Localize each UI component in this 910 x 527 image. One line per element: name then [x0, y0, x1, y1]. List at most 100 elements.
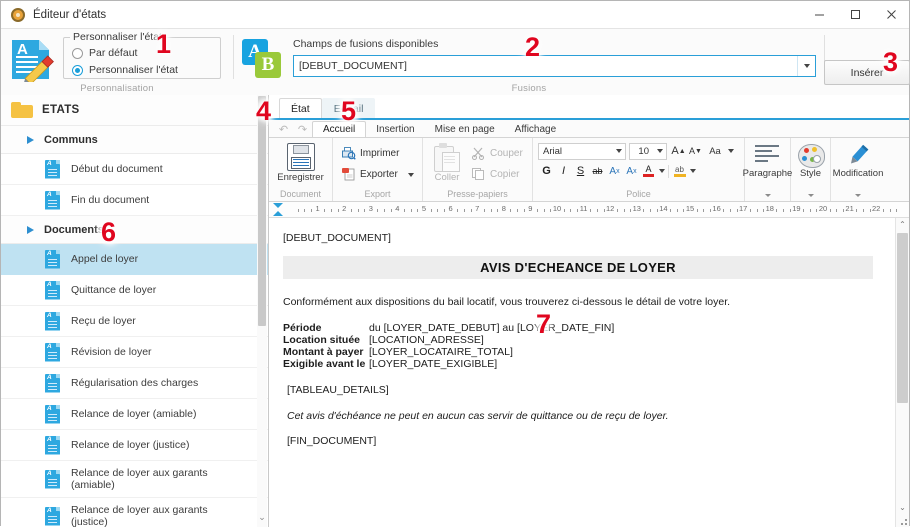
ruler-tick — [890, 209, 891, 212]
document-scrollbar[interactable]: ⌃ ⌄ — [895, 218, 909, 527]
scroll-down-icon[interactable]: ⌄ — [257, 512, 267, 523]
radio-par-defaut-icon[interactable] — [72, 48, 83, 59]
export-button-label: Exporter — [360, 169, 398, 180]
cut-button-label: Couper — [490, 148, 523, 159]
tree-item-quittance-de-loyer[interactable]: A Quittance de loyer — [1, 275, 268, 306]
ruler-tick — [677, 209, 678, 212]
document-icon: A — [45, 374, 60, 393]
bold-icon[interactable]: G — [538, 163, 555, 180]
personalisation-fieldset: Personnaliser l'état Par défaut Personna… — [63, 37, 221, 79]
export-button[interactable]: Exporter — [337, 165, 418, 183]
chevron-down-icon[interactable] — [612, 149, 625, 153]
tree-item-relance-garants-justice[interactable]: A Relance de loyer aux garants (justice) — [1, 498, 268, 527]
doc-disclaimer: Cet avis d'échéance ne peut en aucun cas… — [283, 410, 873, 423]
ribbon-tab-strip: ↶ ↷ Accueil Insertion Mise en page Affic… — [269, 120, 909, 137]
tree-item-label: Révision de loyer — [71, 346, 152, 359]
ribbon-tab-accueil[interactable]: Accueil — [312, 121, 366, 138]
doc-field-value: [LOYER_LOCATAIRE_TOTAL] — [369, 346, 513, 358]
tree-item-revision-de-loyer[interactable]: A Révision de loyer — [1, 337, 268, 368]
tree-item-fin-document[interactable]: A Fin du document — [1, 185, 268, 216]
document-scrollbar-thumb[interactable] — [897, 233, 908, 403]
document-icon: A — [45, 250, 60, 269]
font-color-dropdown-icon[interactable] — [657, 163, 666, 180]
radio-option-personnaliser[interactable]: Personnaliser l'état — [72, 64, 220, 76]
save-button-label: Enregistrer — [277, 173, 323, 183]
font-color-icon[interactable]: A — [640, 163, 657, 180]
undo-icon[interactable]: ↶ — [274, 122, 293, 137]
document-icon: A — [45, 405, 60, 424]
ruler-tick — [464, 209, 465, 212]
ruler-number: 10 — [553, 204, 561, 213]
main-area: ETATS Communs A Début du document A Fin … — [1, 95, 909, 527]
paste-button[interactable]: Coller — [427, 141, 467, 183]
scroll-up-icon[interactable]: ⌃ — [896, 218, 909, 231]
tree-item-appel-de-loyer[interactable]: A Appel de loyer — [1, 244, 268, 275]
style-button[interactable]: Style — [795, 141, 826, 179]
tree-item-relance-amiable[interactable]: A Relance de loyer (amiable) — [1, 399, 268, 430]
ruler-number: 6 — [449, 204, 453, 213]
personalisation-group: A Personnaliser l'état Par défaut Perso — [1, 29, 233, 95]
save-button[interactable]: Enregistrer — [273, 141, 328, 183]
tree-scrollbar[interactable]: ⌄ — [257, 95, 267, 527]
scroll-down-icon[interactable]: ⌄ — [896, 501, 909, 514]
doc-field-row: Exigible avant le [LOYER_DATE_EXIGIBLE] — [283, 358, 873, 370]
highlight-dropdown-icon[interactable] — [688, 163, 697, 180]
ribbon-tab-mise-en-page[interactable]: Mise en page — [425, 122, 505, 137]
tree-item-relance-justice[interactable]: A Relance de loyer (justice) — [1, 430, 268, 461]
tree-item-recu-de-loyer[interactable]: A Reçu de loyer — [1, 306, 268, 337]
subscript-icon[interactable]: Ax — [606, 163, 623, 180]
highlight-icon[interactable]: ab — [671, 163, 688, 180]
ruler-tick — [783, 209, 784, 212]
tree-root-etats[interactable]: ETATS — [1, 95, 268, 126]
tree-item-debut-document[interactable]: A Début du document — [1, 154, 268, 185]
strikethrough-icon[interactable]: ab — [589, 163, 606, 180]
change-case-dropdown-icon[interactable] — [726, 143, 736, 160]
expand-triangle-icon[interactable] — [27, 226, 34, 234]
document-canvas[interactable]: [DEBUT_DOCUMENT] AVIS D'ECHEANCE DE LOYE… — [269, 218, 895, 527]
paragraph-button[interactable]: Paragraphe — [746, 141, 790, 179]
palette-icon — [797, 143, 825, 167]
print-button-label: Imprimer — [360, 148, 399, 159]
ruler-tick — [537, 209, 538, 212]
close-icon[interactable] — [873, 1, 909, 28]
horizontal-ruler[interactable]: 12345678910111213141516171819202122 — [269, 202, 909, 218]
clipboard-paste-icon — [434, 143, 460, 171]
modification-button[interactable]: Modification — [833, 141, 884, 179]
resize-grip-icon[interactable] — [897, 515, 908, 526]
redo-icon[interactable]: ↷ — [293, 122, 312, 137]
font-family-select[interactable]: Arial — [538, 143, 626, 160]
radio-option-par-defaut[interactable]: Par défaut — [72, 47, 220, 59]
tab-etat[interactable]: État — [279, 98, 322, 118]
font-size-select[interactable]: 10 — [629, 143, 667, 160]
radio-personnaliser-icon[interactable] — [72, 65, 83, 76]
change-case-icon[interactable]: Aa — [704, 143, 726, 160]
chevron-down-icon[interactable] — [653, 149, 666, 153]
tree-scrollbar-thumb[interactable] — [258, 96, 266, 326]
indent-marker-icon[interactable] — [273, 203, 284, 216]
copy-button[interactable]: Copier — [467, 165, 527, 183]
cut-button[interactable]: Couper — [467, 144, 527, 162]
tree-item-regularisation-des-charges[interactable]: A Régularisation des charges — [1, 368, 268, 399]
superscript-icon[interactable]: Ax — [623, 163, 640, 180]
tree-group-documents[interactable]: Documents — [1, 216, 268, 244]
ruler-number: 17 — [739, 204, 747, 213]
ruler-tick — [843, 209, 844, 212]
merge-field-combobox[interactable]: [DEBUT_DOCUMENT] — [293, 55, 816, 77]
tree-item-relance-garants-amiable[interactable]: A Relance de loyer aux garants (amiable) — [1, 461, 268, 498]
print-button[interactable]: Imprimer — [337, 144, 403, 162]
ruler-number: 22 — [872, 204, 880, 213]
shrink-font-icon[interactable]: A▼ — [687, 143, 704, 160]
grow-font-icon[interactable]: A▲ — [670, 143, 687, 160]
underline-icon[interactable]: S — [572, 163, 589, 180]
ruler-tick — [471, 209, 472, 212]
italic-icon[interactable]: I — [555, 163, 572, 180]
export-dropdown-icon[interactable] — [408, 169, 414, 180]
chevron-down-icon[interactable] — [797, 56, 815, 76]
expand-triangle-icon[interactable] — [27, 136, 34, 144]
maximize-icon[interactable] — [837, 1, 873, 28]
ruler-number: 14 — [659, 204, 667, 213]
ribbon-tab-affichage[interactable]: Affichage — [505, 122, 567, 137]
tree-group-communs[interactable]: Communs — [1, 126, 268, 154]
minimize-icon[interactable] — [801, 1, 837, 28]
ribbon-tab-insertion[interactable]: Insertion — [366, 122, 424, 137]
